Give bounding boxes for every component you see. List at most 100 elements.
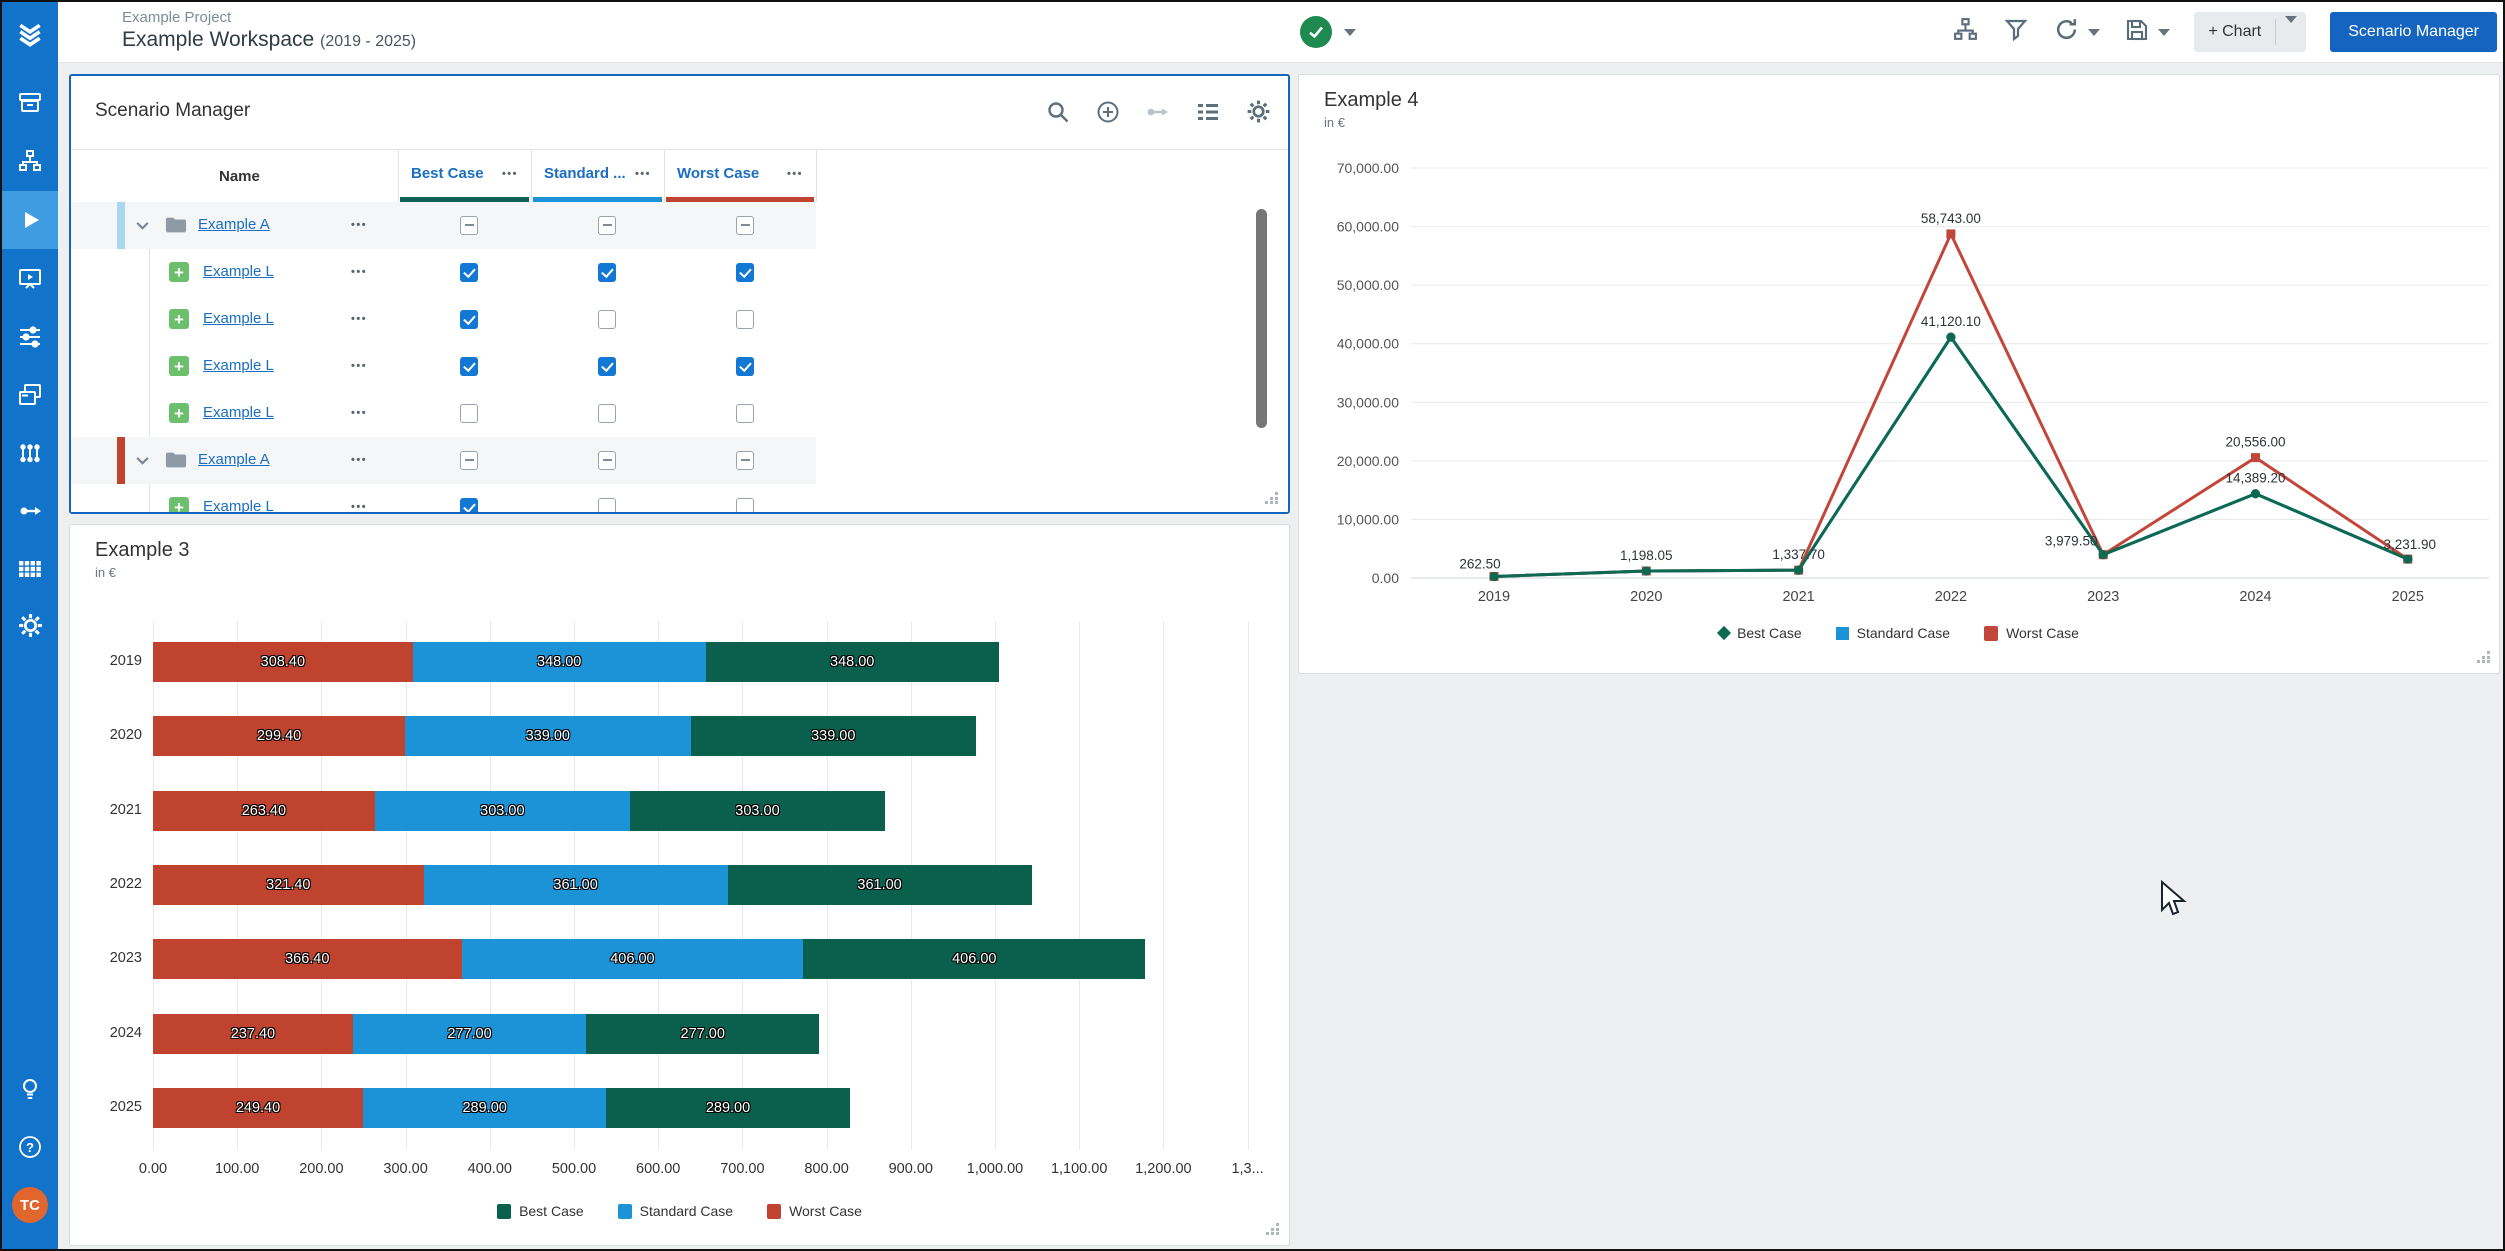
user-avatar[interactable]: TC (2, 1176, 58, 1234)
scenario-row[interactable]: + Example L ••• (71, 343, 816, 391)
scenario-checkbox[interactable] (598, 263, 616, 282)
status-check-icon[interactable] (1300, 16, 1332, 48)
scenario-node-link[interactable]: Example L (203, 357, 274, 374)
row-menu-button[interactable]: ••• (351, 454, 367, 466)
scenario-checkbox[interactable] (598, 451, 616, 470)
save-icon[interactable] (2124, 17, 2150, 48)
chevron-down-icon[interactable] (135, 218, 150, 238)
scenario-checkbox[interactable] (460, 451, 478, 470)
lightbulb-icon[interactable] (2, 1060, 58, 1118)
scenario-checkbox[interactable] (460, 310, 478, 329)
bar-segment[interactable]: 348.00 (413, 642, 706, 682)
jump-icon[interactable] (1145, 99, 1171, 130)
status-caret-icon[interactable] (1344, 29, 1356, 36)
bar-segment[interactable]: 339.00 (691, 716, 976, 756)
scenario-checkbox[interactable] (598, 498, 616, 514)
app-logo-icon[interactable] (2, 6, 58, 64)
help-icon[interactable]: ? (2, 1118, 58, 1176)
windows-icon[interactable] (2, 366, 58, 424)
scenario-row[interactable]: + Example L ••• (71, 296, 816, 344)
scrollbar-thumb[interactable] (1256, 209, 1267, 428)
column-menu-button[interactable]: ••• (502, 168, 518, 180)
add-chart-button[interactable]: + Chart (2194, 12, 2306, 52)
add-node-icon[interactable]: + (169, 309, 189, 329)
scenario-checkbox[interactable] (460, 498, 478, 514)
row-menu-button[interactable]: ••• (351, 407, 367, 419)
bar-segment[interactable]: 366.40 (153, 939, 462, 979)
grid-icon[interactable] (2, 539, 58, 597)
add-node-icon[interactable]: + (169, 262, 189, 282)
bar-segment[interactable]: 263.40 (153, 791, 375, 831)
scenario-row[interactable]: + Example L ••• (71, 249, 816, 297)
scenario-checkbox[interactable] (736, 263, 754, 282)
legend-item[interactable]: Worst Case (767, 1203, 862, 1219)
add-node-icon[interactable]: + (169, 356, 189, 376)
scenario-row[interactable]: Example A••• (71, 437, 816, 485)
flow-icon[interactable] (2, 482, 58, 540)
row-menu-button[interactable]: ••• (351, 360, 367, 372)
sitemap-icon[interactable] (1952, 16, 1979, 48)
column-menu-button[interactable]: ••• (635, 168, 651, 180)
scenario-row[interactable]: +Example L••• (71, 484, 816, 514)
row-menu-button[interactable]: ••• (351, 313, 367, 325)
scenario-node-link[interactable]: Example A (198, 216, 270, 233)
bar-segment[interactable]: 321.40 (153, 865, 424, 905)
scenario-checkbox[interactable] (460, 263, 478, 282)
scenario-checkbox[interactable] (460, 216, 478, 235)
scenario-row[interactable]: Example A ••• (71, 202, 816, 250)
save-caret-icon[interactable] (2158, 29, 2170, 36)
bar-segment[interactable]: 361.00 (728, 865, 1032, 905)
scenario-column-header[interactable]: Standard ... ••• (531, 150, 664, 197)
scenario-checkbox[interactable] (736, 357, 754, 376)
scenario-node-link[interactable]: Example L (203, 404, 274, 421)
bar-segment[interactable]: 406.00 (803, 939, 1145, 979)
sidebar-item-simulation[interactable] (2, 191, 58, 249)
row-menu-button[interactable]: ••• (351, 266, 367, 278)
scenario-node-link[interactable]: Example L (203, 310, 274, 327)
bar-segment[interactable]: 289.00 (606, 1088, 849, 1128)
resize-handle[interactable] (1266, 1221, 1280, 1235)
scenario-checkbox[interactable] (736, 404, 754, 423)
bar-segment[interactable]: 277.00 (586, 1014, 819, 1054)
bar-segment[interactable]: 308.40 (153, 642, 413, 682)
bar-segment[interactable]: 289.00 (363, 1088, 606, 1128)
resize-handle[interactable] (1265, 490, 1279, 504)
scenario-checkbox[interactable] (460, 404, 478, 423)
scenario-manager-button[interactable]: Scenario Manager (2330, 12, 2497, 52)
scenario-node-link[interactable]: Example L (203, 263, 274, 280)
legend-item[interactable]: Standard Case (618, 1203, 733, 1219)
add-node-icon[interactable]: + (169, 403, 189, 423)
bar-segment[interactable]: 339.00 (405, 716, 690, 756)
legend-item[interactable]: Best Case (1719, 625, 1802, 641)
settings-icon[interactable] (1245, 98, 1272, 130)
filter-icon[interactable] (2003, 17, 2029, 48)
gear-icon[interactable] (2, 596, 58, 654)
archive-icon[interactable] (2, 74, 58, 132)
scenario-row[interactable]: + Example L ••• (71, 390, 816, 438)
scenario-checkbox[interactable] (598, 404, 616, 423)
add-icon[interactable] (1095, 99, 1121, 130)
scenario-column-link[interactable]: Worst Case (677, 165, 759, 182)
scenario-checkbox[interactable] (598, 216, 616, 235)
scenario-column-link[interactable]: Standard ... (544, 165, 626, 182)
bar-segment[interactable]: 277.00 (353, 1014, 586, 1054)
bar-segment[interactable]: 299.40 (153, 716, 405, 756)
presentation-icon[interactable] (2, 250, 58, 308)
bar-segment[interactable]: 249.40 (153, 1088, 363, 1128)
chevron-down-icon[interactable] (135, 453, 150, 473)
legend-item[interactable]: Standard Case (1836, 625, 1950, 641)
legend-item[interactable]: Worst Case (1984, 625, 2079, 641)
legend-item[interactable]: Best Case (497, 1203, 584, 1219)
scenario-checkbox[interactable] (736, 451, 754, 470)
row-menu-button[interactable]: ••• (351, 501, 367, 513)
bar-segment[interactable]: 348.00 (706, 642, 999, 682)
refresh-caret-icon[interactable] (2088, 29, 2100, 36)
column-menu-button[interactable]: ••• (787, 168, 803, 180)
scenario-checkbox[interactable] (598, 310, 616, 329)
scenario-checkbox[interactable] (736, 216, 754, 235)
add-node-icon[interactable]: + (169, 497, 189, 514)
scenario-column-header[interactable]: Worst Case ••• (664, 150, 816, 197)
workspace-status[interactable] (1300, 16, 1356, 48)
row-menu-button[interactable]: ••• (351, 219, 367, 231)
bar-segment[interactable]: 303.00 (375, 791, 630, 831)
